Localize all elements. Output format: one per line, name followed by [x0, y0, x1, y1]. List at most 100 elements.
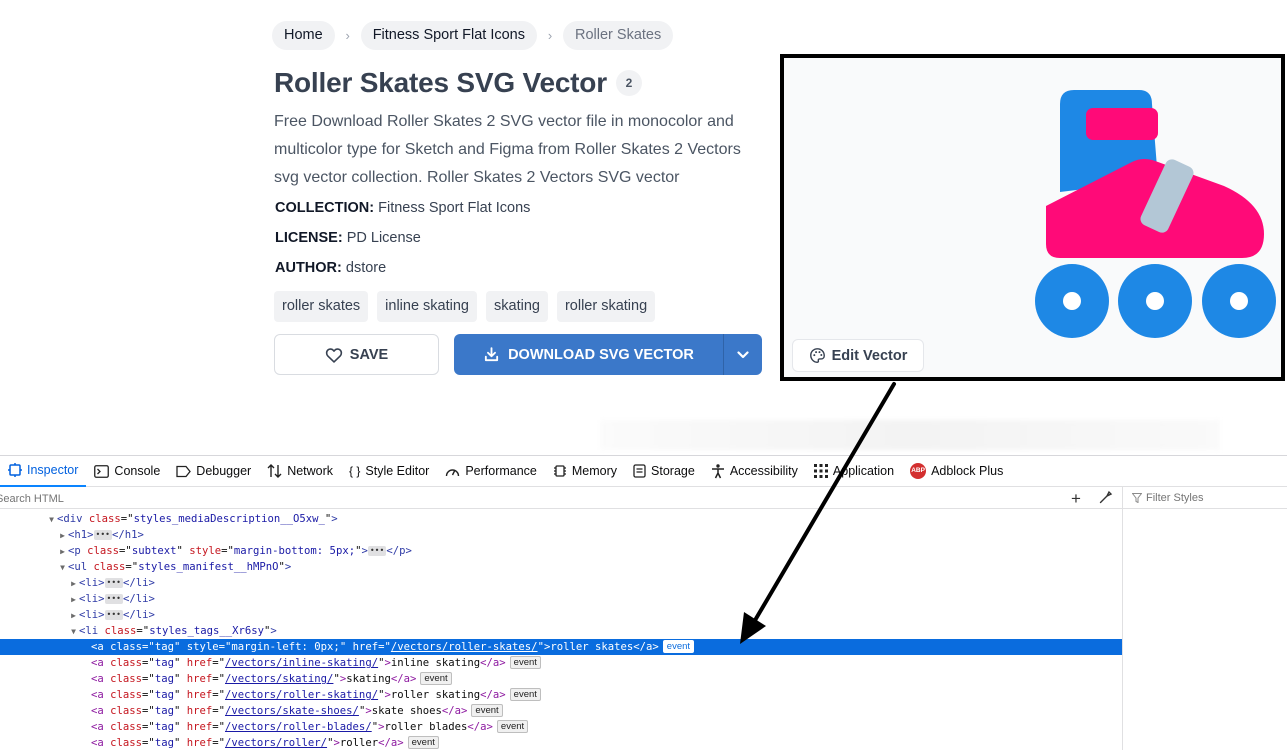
tag-skating[interactable]: skating — [486, 291, 548, 322]
tab-style-editor[interactable]: { } Style Editor — [341, 456, 437, 487]
collapse-triangle-icon[interactable]: ▼ — [46, 512, 57, 528]
breadcrumb-home[interactable]: Home — [272, 21, 335, 50]
expand-triangle-icon[interactable]: ▶ — [68, 592, 79, 608]
expand-triangle-icon[interactable]: ▶ — [68, 576, 79, 592]
search-html-input[interactable] — [0, 488, 296, 509]
event-badge[interactable]: event — [420, 672, 452, 685]
edit-vector-label: Edit Vector — [831, 347, 908, 364]
event-badge[interactable]: event — [509, 656, 541, 669]
node-text: skating — [346, 673, 391, 685]
href-link[interactable]: /vectors/roller-blades/ — [225, 721, 372, 733]
download-button-group: DOWNLOAD SVG VECTOR — [454, 334, 762, 375]
event-badge[interactable]: event — [471, 704, 503, 717]
tab-console[interactable]: Console — [86, 456, 168, 487]
tree-node[interactable]: ▼ <li class="styles_tags__Xr6sy"> — [0, 623, 1122, 639]
tree-node[interactable]: <a class="tag" href="/vectors/skating/">… — [0, 671, 1122, 687]
attr-value: margin-bottom: 5px; — [233, 545, 356, 557]
attr-name: style — [186, 641, 219, 653]
tag-inline-skating[interactable]: inline skating — [377, 291, 477, 322]
tree-node[interactable]: <a class="tag" href="/vectors/roller/">r… — [0, 735, 1122, 750]
tree-node[interactable]: <a class="tag" href="/vectors/roller-bla… — [0, 719, 1122, 735]
attr-name: href — [352, 641, 379, 653]
eyedropper-icon[interactable] — [1099, 490, 1113, 504]
tag-close: </a> — [480, 689, 506, 701]
inspector-icon — [8, 463, 22, 477]
collapsed-content-icon[interactable]: ••• — [367, 546, 387, 556]
vector-preview — [780, 54, 1285, 381]
event-badge[interactable]: event — [509, 688, 541, 701]
collapse-triangle-icon[interactable]: ▼ — [68, 624, 79, 640]
tag-close: </li> — [122, 593, 155, 605]
chevron-right-icon: › — [547, 28, 553, 43]
tab-label: Network — [287, 464, 334, 478]
event-badge[interactable]: event — [407, 736, 439, 749]
collapsed-content-icon[interactable]: ••• — [104, 610, 123, 620]
event-badge[interactable]: event — [496, 720, 529, 733]
tag-open: <li — [79, 625, 99, 637]
tag-close: </a> — [467, 721, 493, 733]
tab-accessibility[interactable]: Accessibility — [703, 456, 806, 487]
href-link[interactable]: /vectors/skate-shoes/ — [225, 705, 359, 717]
href-link[interactable]: /vectors/roller-skates/ — [391, 641, 538, 653]
expand-triangle-icon[interactable]: ▶ — [57, 544, 68, 560]
download-svg-button[interactable]: DOWNLOAD SVG VECTOR — [454, 334, 723, 375]
tab-performance[interactable]: Performance — [437, 456, 545, 487]
meta-author-label: AUTHOR: — [275, 260, 342, 276]
tree-node[interactable]: ▼ <ul class="styles_manifest__hMPnO"> — [0, 559, 1122, 575]
tag-open: <a — [91, 657, 104, 669]
collapsed-content-icon[interactable]: ••• — [104, 578, 123, 588]
attr-name: style — [189, 545, 222, 557]
tag-open: <a — [91, 737, 104, 749]
tree-node[interactable]: ▶ <li> ••• </li> — [0, 591, 1122, 607]
expand-triangle-icon[interactable]: ▶ — [68, 608, 79, 624]
filter-styles-input[interactable] — [1146, 491, 1276, 504]
node-text: roller blades — [384, 721, 468, 733]
tab-network[interactable]: Network — [259, 456, 341, 487]
event-badge[interactable]: event — [662, 640, 695, 653]
tag-open: <a — [91, 689, 104, 701]
tab-application[interactable]: Application — [806, 456, 902, 487]
collapsed-content-icon[interactable]: ••• — [104, 594, 123, 604]
tree-node-selected[interactable]: <a class="tag" style="margin-left: 0px;"… — [0, 639, 1122, 655]
attr-value: tag — [154, 737, 174, 749]
tree-node[interactable]: ▼ <div class="styles_mediaDescription__O5… — [0, 511, 1122, 527]
tab-inspector[interactable]: Inspector — [0, 456, 87, 487]
href-link[interactable]: /vectors/roller/ — [225, 737, 327, 749]
href-link[interactable]: /vectors/inline-skating/ — [225, 657, 378, 669]
chevron-down-icon — [737, 350, 749, 358]
collapse-triangle-icon[interactable]: ▼ — [57, 560, 68, 576]
tab-debugger[interactable]: Debugger — [168, 456, 259, 487]
href-link[interactable]: /vectors/skating/ — [225, 673, 333, 685]
download-options-button[interactable] — [723, 334, 762, 375]
tree-node[interactable]: ▶ <li> ••• </li> — [0, 575, 1122, 591]
application-icon — [813, 464, 828, 478]
tab-storage[interactable]: Storage — [625, 456, 703, 487]
tree-node[interactable]: ▶ <li> ••• </li> — [0, 607, 1122, 623]
breadcrumb-collection[interactable]: Fitness Sport Flat Icons — [360, 21, 537, 50]
node-text: inline skating — [390, 657, 481, 669]
devtools-toolbar: Inspector Console Debugger Network { } S… — [0, 456, 1287, 487]
href-link[interactable]: /vectors/roller-skating/ — [225, 689, 378, 701]
devtools-panel: Inspector Console Debugger Network { } S… — [0, 455, 1287, 750]
edit-vector-button[interactable]: Edit Vector — [792, 339, 924, 372]
adblock-plus-icon: ABP — [910, 463, 927, 479]
add-node-icon[interactable]: + — [1071, 489, 1081, 508]
tree-node[interactable]: ▶ <p class="subtext" style="margin-bottom… — [0, 543, 1122, 559]
save-button[interactable]: SAVE — [274, 334, 439, 375]
attr-value: styles_tags__Xr6sy — [149, 625, 264, 637]
tab-memory[interactable]: Memory — [545, 456, 625, 487]
expand-triangle-icon[interactable]: ▶ — [57, 528, 68, 544]
tree-node[interactable]: <a class="tag" href="/vectors/inline-ska… — [0, 655, 1122, 671]
tab-adblock-plus[interactable]: ABP Adblock Plus — [902, 456, 1011, 487]
tree-node[interactable]: ▶ <h1> ••• </h1> — [0, 527, 1122, 543]
meta-license: LICENSE: PD License — [275, 230, 421, 246]
tree-node[interactable]: <a class="tag" href="/vectors/skate-shoe… — [0, 703, 1122, 719]
tag-close: </p> — [386, 545, 412, 557]
tag-roller-skates[interactable]: roller skates — [274, 291, 369, 322]
tag-roller-skating[interactable]: roller skating — [556, 291, 656, 322]
roller-skate-icon — [1035, 90, 1276, 338]
tree-node[interactable]: <a class="tag" href="/vectors/roller-ska… — [0, 687, 1122, 703]
accessibility-icon — [711, 463, 724, 478]
tag-open: <a — [91, 673, 104, 685]
collapsed-content-icon[interactable]: ••• — [93, 530, 112, 540]
